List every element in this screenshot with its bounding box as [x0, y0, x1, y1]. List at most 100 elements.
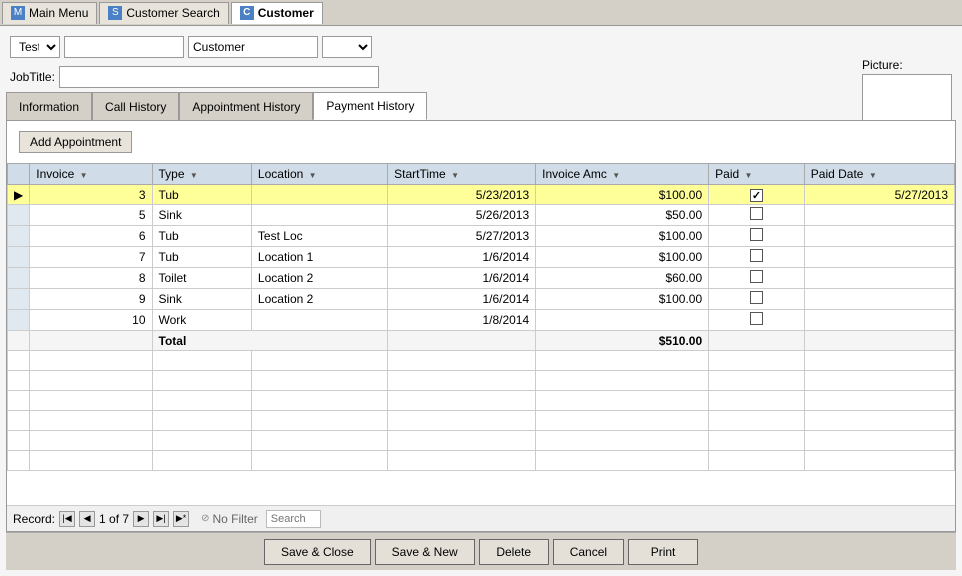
tab-main-menu[interactable]: M Main Menu [2, 2, 97, 24]
cell-location: Test Loc [251, 226, 387, 247]
total-paid [709, 331, 805, 351]
type-sort-icon: ▼ [190, 171, 198, 180]
tab-call-history[interactable]: Call History [92, 92, 179, 120]
cell-location [251, 205, 387, 226]
tab-customer[interactable]: C Customer [231, 2, 323, 24]
col-starttime[interactable]: StartTime ▼ [388, 164, 536, 185]
table-row[interactable]: 7TubLocation 11/6/2014$100.00 [8, 247, 955, 268]
add-appointment-button[interactable]: Add Appointment [19, 131, 132, 153]
inner-tabs: Information Call History Appointment His… [6, 92, 956, 120]
starttime-sort-icon: ▼ [451, 171, 459, 180]
cell-location: Location 1 [251, 247, 387, 268]
cell-paid-date [804, 226, 954, 247]
cell-paid [709, 289, 805, 310]
col-type[interactable]: Type ▼ [152, 164, 251, 185]
tab-payment-history[interactable]: Payment History [313, 92, 427, 120]
amount-sort-icon: ▼ [612, 171, 620, 180]
row-indicator [8, 205, 30, 226]
tab-appointment-history[interactable]: Appointment History [179, 92, 313, 120]
total-paid-date [804, 331, 954, 351]
invoice-sort-icon: ▼ [80, 171, 88, 180]
jobtitle-row: JobTitle: [6, 66, 956, 88]
table-row[interactable]: 8ToiletLocation 21/6/2014$60.00 [8, 268, 955, 289]
row-indicator [8, 247, 30, 268]
save-close-button[interactable]: Save & Close [264, 539, 371, 565]
cell-paid-date [804, 310, 954, 331]
cell-type: Tub [152, 247, 251, 268]
paid-checkbox[interactable] [750, 312, 763, 325]
firstname-input[interactable] [64, 36, 184, 58]
lastname-input[interactable] [188, 36, 318, 58]
cell-invoice: 5 [30, 205, 152, 226]
paid-checkbox[interactable] [750, 189, 763, 202]
prefix-select[interactable]: Test [10, 36, 60, 58]
table-row[interactable]: ▶3Tub5/23/2013$100.005/27/2013 [8, 185, 955, 205]
cell-paid [709, 247, 805, 268]
table-row[interactable]: 5Sink5/26/2013$50.00 [8, 205, 955, 226]
table-row[interactable]: 10Work1/8/2014 [8, 310, 955, 331]
customer-search-icon: S [108, 6, 122, 20]
tab-call-history-label: Call History [105, 100, 166, 114]
tab-customer-search[interactable]: S Customer Search [99, 2, 228, 24]
paid-checkbox[interactable] [750, 207, 763, 220]
cell-type: Work [152, 310, 251, 331]
table-row[interactable]: 9SinkLocation 21/6/2014$100.00 [8, 289, 955, 310]
nav-prev[interactable]: ◀ [79, 511, 95, 527]
customer-icon: C [240, 6, 254, 20]
cell-location [251, 185, 387, 205]
paid-checkbox[interactable] [750, 228, 763, 241]
col-location[interactable]: Location ▼ [251, 164, 387, 185]
table-container: Add Appointment Invoice ▼ Type ▼ [6, 120, 956, 532]
col-paid-date[interactable]: Paid Date ▼ [804, 164, 954, 185]
total-row: Total$510.00 [8, 331, 955, 351]
tab-customer-search-label: Customer Search [126, 6, 219, 20]
col-amount[interactable]: Invoice Amc ▼ [536, 164, 709, 185]
cell-amount: $50.00 [536, 205, 709, 226]
save-new-button[interactable]: Save & New [375, 539, 475, 565]
paid-checkbox[interactable] [750, 270, 763, 283]
row-indicator: ▶ [8, 185, 30, 205]
col-invoice[interactable]: Invoice ▼ [30, 164, 152, 185]
cell-amount: $100.00 [536, 226, 709, 247]
paid-checkbox[interactable] [750, 249, 763, 262]
cell-invoice: 7 [30, 247, 152, 268]
tab-information[interactable]: Information [6, 92, 92, 120]
cell-amount: $100.00 [536, 289, 709, 310]
cell-paid-date [804, 205, 954, 226]
cell-starttime: 1/6/2014 [388, 289, 536, 310]
cell-location: Location 2 [251, 268, 387, 289]
col-paid[interactable]: Paid ▼ [709, 164, 805, 185]
paid-date-sort-icon: ▼ [869, 171, 877, 180]
nav-first[interactable]: |◀ [59, 511, 75, 527]
tab-appointment-history-label: Appointment History [192, 100, 300, 114]
cell-amount: $100.00 [536, 185, 709, 205]
nav-last[interactable]: ▶| [153, 511, 169, 527]
record-label: Record: [13, 512, 55, 526]
empty-row [8, 371, 955, 391]
main-menu-icon: M [11, 6, 25, 20]
suffix-select[interactable] [322, 36, 372, 58]
jobtitle-input[interactable] [59, 66, 379, 88]
tab-customer-label: Customer [258, 6, 314, 20]
cell-invoice: 10 [30, 310, 152, 331]
search-input[interactable] [266, 510, 321, 528]
nav-new[interactable]: ▶* [173, 511, 189, 527]
nav-next[interactable]: ▶ [133, 511, 149, 527]
tab-main-menu-label: Main Menu [29, 6, 88, 20]
cancel-button[interactable]: Cancel [553, 539, 624, 565]
paid-checkbox[interactable] [750, 291, 763, 304]
no-filter-label: No Filter [212, 512, 257, 526]
delete-button[interactable]: Delete [479, 539, 549, 565]
empty-row [8, 411, 955, 431]
empty-row [8, 351, 955, 371]
cell-invoice: 3 [30, 185, 152, 205]
record-navigator: Record: |◀ ◀ 1 of 7 ▶ ▶| ▶* ⊘ No Filter [7, 505, 955, 531]
row-indicator [8, 268, 30, 289]
table-scroll-area[interactable]: Invoice ▼ Type ▼ Location ▼ StartTime [7, 163, 955, 505]
total-amount: $510.00 [536, 331, 709, 351]
total-row-indicator [8, 331, 30, 351]
action-bar: Save & Close Save & New Delete Cancel Pr… [6, 532, 956, 570]
row-indicator [8, 289, 30, 310]
print-button[interactable]: Print [628, 539, 698, 565]
table-row[interactable]: 6TubTest Loc5/27/2013$100.00 [8, 226, 955, 247]
